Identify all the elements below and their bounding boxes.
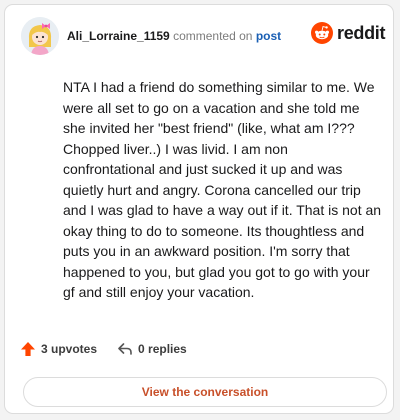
reddit-logo[interactable]: reddit — [311, 22, 386, 44]
brand-wordmark: reddit — [337, 22, 386, 43]
comment-header: Ali_Lorraine_1159 commented on post — [67, 28, 281, 44]
action-text: commented on — [173, 29, 253, 43]
upvote-count: 3 upvotes — [41, 342, 98, 356]
post-link[interactable]: post — [256, 29, 281, 43]
upvote-stat[interactable]: 3 upvotes — [20, 341, 97, 357]
reply-count: 0 replies — [138, 342, 187, 356]
reddit-logo-icon — [311, 22, 333, 44]
avatar[interactable] — [21, 17, 59, 55]
upvote-arrow-icon — [21, 342, 35, 356]
view-conversation-button[interactable]: View the conversation — [23, 377, 387, 407]
reply-arrow-icon — [118, 343, 132, 355]
reply-stat[interactable]: 0 replies — [117, 341, 187, 357]
comment-card: Ali_Lorraine_1159 commented on post redd… — [4, 4, 394, 414]
stats-row: 3 upvotes 0 replies — [20, 341, 187, 357]
username-link[interactable]: Ali_Lorraine_1159 — [67, 29, 170, 43]
snoo-avatar-icon — [21, 17, 59, 55]
comment-body: NTA I had a friend do something similar … — [63, 79, 382, 300]
